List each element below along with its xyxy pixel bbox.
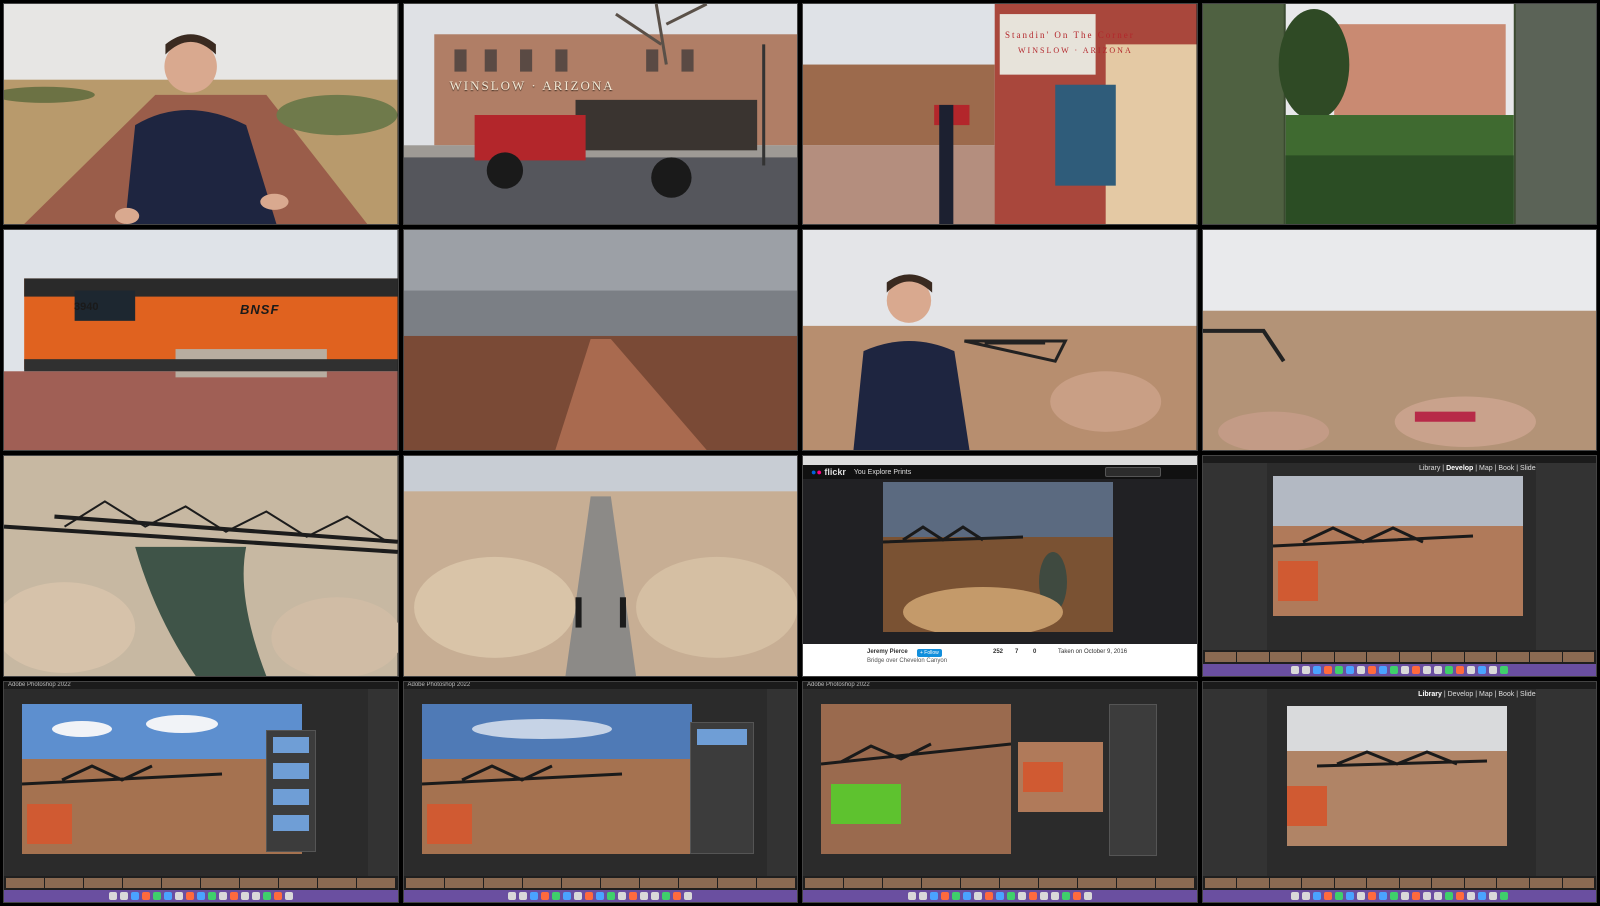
frame-lightroom-develop[interactable]: Library | Develop | Map | Book | Slidesh… bbox=[1201, 455, 1597, 677]
winslow-sign: WINSLOW · ARIZONA bbox=[449, 78, 615, 93]
faves-count: 7 bbox=[1015, 649, 1019, 655]
flickr-info: Jeremy Pierce + Follow Bridge over Cheve… bbox=[803, 644, 1197, 676]
mac-dock[interactable] bbox=[803, 890, 1197, 902]
module-library[interactable]: Library bbox=[1419, 465, 1440, 472]
lr-left-panel[interactable] bbox=[1202, 463, 1267, 650]
photoshop-window: Adobe Photoshop 2022 bbox=[4, 682, 398, 902]
photo-preview bbox=[1018, 742, 1103, 812]
lr-main-photo[interactable] bbox=[1286, 706, 1507, 846]
frame-canyon-graffiti[interactable] bbox=[1201, 229, 1597, 451]
browser-tab-bar[interactable] bbox=[803, 456, 1197, 465]
module-develop[interactable]: Develop bbox=[1448, 691, 1474, 698]
lr-left-panel[interactable] bbox=[1202, 689, 1267, 876]
photoshop-window: Adobe Photoshop 2022 bbox=[403, 682, 797, 902]
scene-dirt-road bbox=[403, 230, 797, 450]
ps-filmstrip[interactable] bbox=[403, 876, 797, 890]
flickr-main-photo[interactable] bbox=[883, 482, 1113, 632]
ps-filmstrip[interactable] bbox=[803, 876, 1197, 890]
frame-photoshop-sky-1[interactable]: Adobe Photoshop 2022 bbox=[3, 681, 399, 903]
frame-dirt-road[interactable] bbox=[402, 229, 798, 451]
scene-canyon-graffiti bbox=[1202, 230, 1596, 450]
sky-replace-dialog[interactable] bbox=[266, 730, 316, 852]
standin-sign: Standin' On The Corner bbox=[1005, 30, 1135, 40]
locomotive-number: 3940 bbox=[74, 301, 99, 313]
mac-dock[interactable] bbox=[4, 890, 398, 902]
module-library[interactable]: Library bbox=[1418, 691, 1442, 698]
frame-presenter-canyon[interactable] bbox=[802, 229, 1198, 451]
photo-bridge-canyon bbox=[883, 482, 1113, 632]
frame-standin-corner[interactable]: Standin' On The Corner WINSLOW · ARIZONA bbox=[802, 3, 1198, 225]
photo-canyon-bridge bbox=[1272, 476, 1523, 616]
ps-canvas[interactable] bbox=[421, 704, 692, 854]
mac-menubar[interactable] bbox=[1202, 456, 1596, 463]
search-input[interactable] bbox=[1104, 467, 1161, 477]
frame-vertical-hillside[interactable] bbox=[1201, 3, 1597, 225]
lightroom-window: Library | Develop | Map | Book | Slidesh… bbox=[1202, 456, 1596, 676]
flickr-nav-links[interactable]: You Explore Prints bbox=[854, 469, 911, 476]
standin-sign-sub: WINSLOW · ARIZONA bbox=[1018, 46, 1133, 55]
frame-winslow-truck[interactable]: WINSLOW · ARIZONA bbox=[402, 3, 798, 225]
comments-count: 0 bbox=[1033, 649, 1037, 655]
flickr-nav: ●● flickr You Explore Prints bbox=[803, 465, 1197, 479]
scene-standin-corner bbox=[803, 4, 1197, 224]
lr-right-panel[interactable] bbox=[1536, 689, 1596, 876]
ps-title[interactable]: Adobe Photoshop 2022 bbox=[403, 682, 797, 689]
photo-blue-sky bbox=[421, 704, 692, 854]
ps-panels[interactable] bbox=[767, 689, 797, 876]
photo-bridge-library bbox=[1286, 706, 1507, 846]
frame-photoshop-content-aware[interactable]: Adobe Photoshop 2022 bbox=[802, 681, 1198, 903]
frame-photoshop-sky-2[interactable]: Adobe Photoshop 2022 bbox=[402, 681, 798, 903]
lightroom-window: Library | Develop | Map | Book | Slidesh… bbox=[1202, 682, 1596, 902]
taken-date: Taken on October 9, 2016 bbox=[1058, 649, 1128, 655]
video-contact-sheet: WINSLOW · ARIZONA Standin' On The Corner… bbox=[0, 0, 1600, 906]
frame-lightroom-library[interactable]: Library | Develop | Map | Book | Slidesh… bbox=[1201, 681, 1597, 903]
ps-canvas[interactable] bbox=[821, 704, 1011, 854]
scene-presenter-canyon bbox=[803, 230, 1197, 450]
mac-dock[interactable] bbox=[1202, 890, 1596, 902]
ps-canvas[interactable] bbox=[22, 704, 302, 854]
scene-bnsf-locomotive bbox=[4, 230, 398, 450]
photo-content-aware bbox=[821, 704, 1011, 854]
scene-presenter-desert bbox=[4, 4, 398, 224]
scene-vertical-hillside bbox=[1202, 4, 1596, 224]
photo-author[interactable]: Jeremy Pierce bbox=[867, 649, 908, 655]
ps-panels[interactable] bbox=[367, 689, 398, 876]
frame-aerial-bridge-road[interactable] bbox=[402, 455, 798, 677]
flickr-window: ●● flickr You Explore Prints Jeremy Pier… bbox=[803, 456, 1197, 676]
ps-title[interactable]: Adobe Photoshop 2022 bbox=[803, 682, 1197, 689]
content-aware-panel[interactable] bbox=[1109, 704, 1157, 856]
frame-bnsf-locomotive[interactable]: 3940 BNSF bbox=[3, 229, 399, 451]
module-develop[interactable]: Develop bbox=[1446, 465, 1473, 472]
lr-right-panel[interactable] bbox=[1536, 463, 1596, 650]
lr-filmstrip[interactable] bbox=[1202, 650, 1596, 664]
mac-dock[interactable] bbox=[403, 890, 797, 902]
ps-preview[interactable] bbox=[1018, 742, 1103, 812]
photoshop-window: Adobe Photoshop 2022 bbox=[803, 682, 1197, 902]
lr-main-photo[interactable] bbox=[1272, 476, 1523, 616]
scene-aerial-bridge-road bbox=[403, 456, 797, 676]
photo-sky-replaced bbox=[22, 704, 302, 854]
scene-winslow-truck bbox=[403, 4, 797, 224]
scene-aerial-truss-bridge bbox=[4, 456, 398, 676]
ps-title[interactable]: Adobe Photoshop 2022 bbox=[4, 682, 398, 689]
sky-settings-dialog[interactable] bbox=[689, 722, 754, 854]
frame-presenter-desert[interactable] bbox=[3, 3, 399, 225]
ps-filmstrip[interactable] bbox=[4, 876, 398, 890]
photo-title: Bridge over Chevelon Canyon bbox=[867, 658, 948, 664]
lr-filmstrip[interactable] bbox=[1202, 876, 1596, 890]
frame-aerial-truss-bridge[interactable] bbox=[3, 455, 399, 677]
mac-menubar[interactable] bbox=[1202, 682, 1596, 689]
views-count: 252 bbox=[993, 649, 1004, 655]
locomotive-logo: BNSF bbox=[240, 302, 280, 317]
flickr-logo[interactable]: ●● flickr bbox=[811, 467, 846, 477]
mac-dock[interactable] bbox=[1202, 664, 1596, 676]
frame-flickr[interactable]: ●● flickr You Explore Prints Jeremy Pier… bbox=[802, 455, 1198, 677]
follow-button[interactable]: + Follow bbox=[917, 649, 942, 657]
